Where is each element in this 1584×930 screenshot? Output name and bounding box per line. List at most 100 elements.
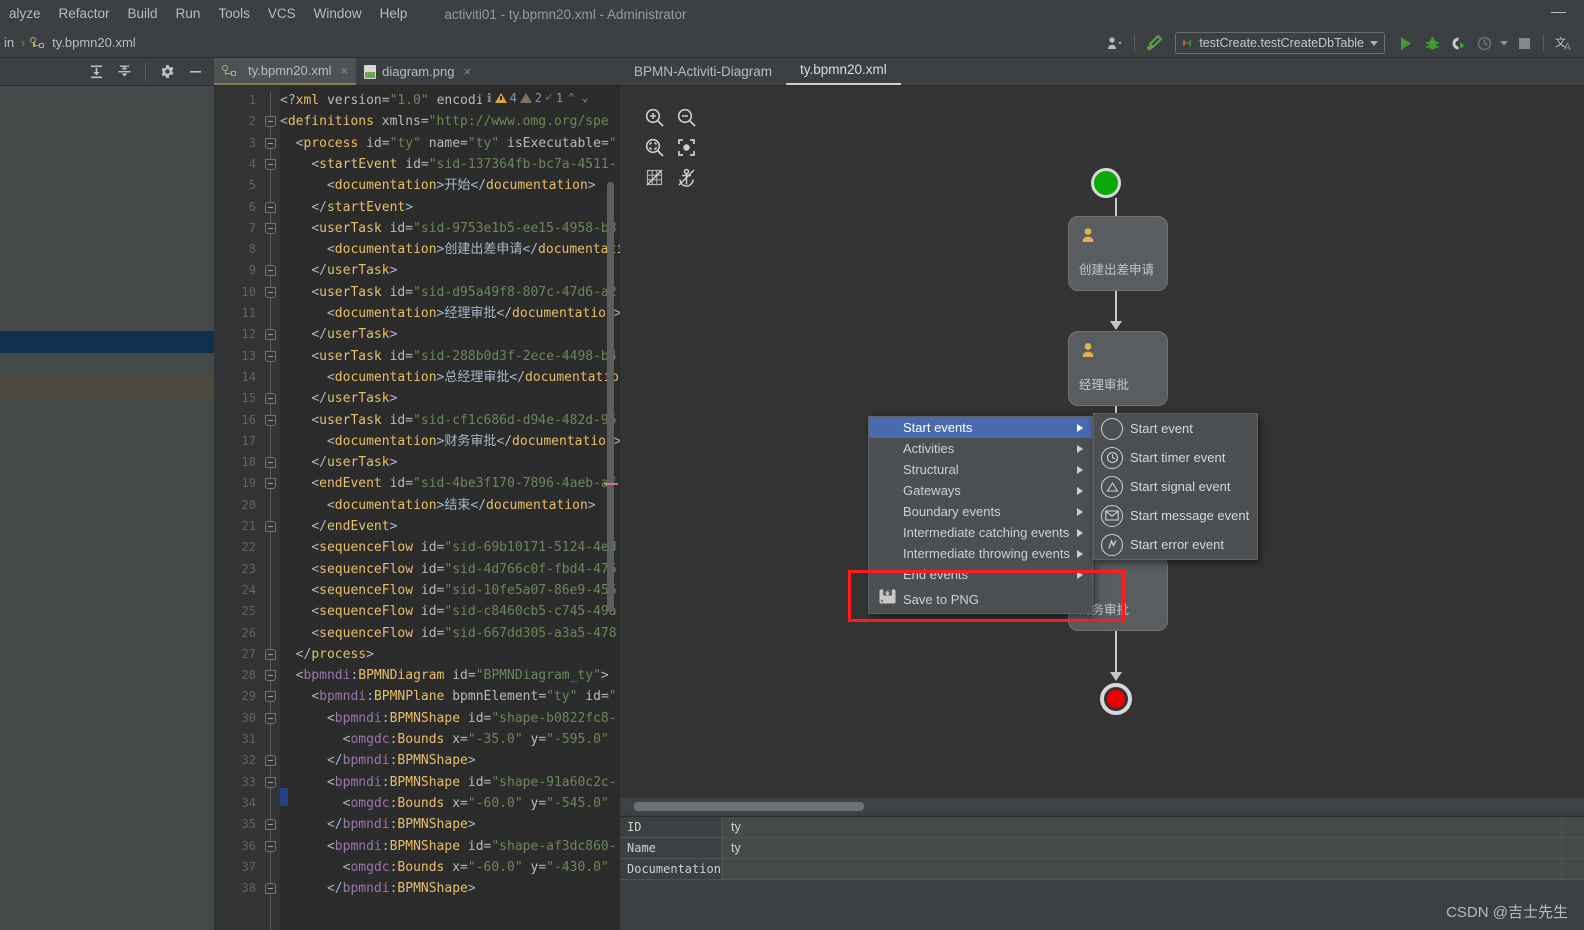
menu-help[interactable]: Help (371, 0, 417, 28)
code-line[interactable]: <bpmndi:BPMNShape id="shape-b0822fc8- (280, 708, 617, 729)
inspections-widget[interactable]: ℹ 4 2 ✓ 1 ⌃ ⌄ (482, 86, 620, 109)
code-line[interactable]: </userTask> (280, 324, 397, 345)
code-line[interactable]: <bpmndi:BPMNPlane bpmnElement="ty" id=" (280, 686, 616, 707)
code-fold-toggle[interactable] (265, 137, 276, 149)
submenu-item-start-event[interactable]: Start event (1094, 414, 1257, 443)
structure-row[interactable] (0, 376, 214, 398)
canvas-hscroll-thumb[interactable] (634, 802, 864, 811)
context-menu-item-intermediate-throwing-events[interactable]: Intermediate throwing events (869, 543, 1092, 564)
menu-vcs[interactable]: VCS (259, 0, 305, 28)
code-line[interactable]: <omgdc:Bounds x="-35.0" y="-595.0" (280, 729, 617, 750)
code-line[interactable]: </userTask> (280, 260, 397, 281)
code-line[interactable]: <documentation>总经理审批</documentatio (280, 367, 619, 388)
property-row[interactable]: Name ty (620, 838, 1584, 859)
context-menu-item-start-events[interactable]: Start events (869, 417, 1092, 438)
code-editor[interactable]: 1 2 3 4 5 6 7 8 9 10 11 12 13 14 15 16 17 18 19 20 21 22 23 24 2… (214, 86, 620, 930)
breadcrumb-segment-0[interactable]: in (2, 35, 16, 50)
bpmn-user-task-manager-approval[interactable]: 经理审批 (1068, 331, 1168, 406)
code-line[interactable]: <bpmndi:BPMNShape id="shape-af3dc860- (280, 836, 617, 857)
submenu-item-start-signal-event[interactable]: Start signal event (1094, 472, 1257, 501)
expand-all-icon[interactable] (83, 59, 109, 85)
actual-size-icon[interactable] (670, 132, 702, 162)
code-line[interactable]: <sequenceFlow id="sid-4d766c0f-fbd4-476 (280, 559, 616, 580)
next-problem-icon[interactable]: ⌄ (580, 91, 591, 104)
code-fold-toggle[interactable] (265, 521, 276, 532)
code-line[interactable]: <process id="ty" name="ty" isExecutable=… (280, 133, 617, 154)
code-line[interactable]: </process> (280, 644, 374, 665)
fold-column[interactable] (262, 86, 280, 930)
code-line[interactable]: <?xml version="1.0" encodi (280, 90, 484, 111)
fit-content-icon[interactable] (638, 132, 670, 162)
menu-build[interactable]: Build (119, 0, 167, 28)
code-fold-toggle[interactable] (265, 712, 276, 724)
editor-tab-ty-bpmn20-xml[interactable]: ty.bpmn20.xml × (214, 58, 357, 85)
code-line[interactable]: </bpmndi:BPMNShape> (280, 878, 476, 899)
context-menu-item-save-to-png[interactable]: Save to PNG (869, 585, 1092, 613)
editor-vertical-scrollbar[interactable] (607, 182, 614, 612)
code-fold-toggle[interactable] (265, 329, 276, 341)
code-line[interactable]: <userTask id="sid-cf1c686d-d94e-482d-95 (280, 410, 616, 431)
build-hammer-icon[interactable] (1141, 30, 1167, 56)
bpmn-end-event[interactable] (1100, 683, 1132, 715)
code-fold-toggle[interactable] (265, 158, 276, 170)
code-line[interactable]: <documentation>财务审批</documentation> (280, 431, 620, 452)
code-fold-toggle[interactable] (265, 755, 276, 767)
code-fold-toggle[interactable] (265, 201, 276, 213)
code-line[interactable]: <endEvent id="sid-4be3f170-7896-4aeb-af (280, 473, 616, 494)
context-menu-item-intermediate-catching-events[interactable]: Intermediate catching events (869, 522, 1092, 543)
user-settings-icon[interactable] (1102, 30, 1128, 56)
code-fold-toggle[interactable] (265, 414, 276, 426)
code-fold-toggle[interactable] (265, 776, 276, 788)
code-fold-toggle[interactable] (265, 457, 276, 469)
run-configuration-selector[interactable]: testCreate.testCreateDbTable (1175, 32, 1385, 54)
code-fold-toggle[interactable] (265, 883, 276, 895)
code-fold-toggle[interactable] (265, 691, 276, 703)
context-menu-item-structural[interactable]: Structural (869, 459, 1092, 480)
structure-row-selected[interactable] (0, 331, 214, 353)
code-fold-toggle[interactable] (265, 478, 276, 490)
code-line[interactable]: </bpmndi:BPMNShape> (280, 750, 476, 771)
menu-refactor[interactable]: Refactor (50, 0, 119, 28)
context-menu-item-boundary-events[interactable]: Boundary events (869, 501, 1092, 522)
debug-icon[interactable] (1419, 30, 1445, 56)
code-line[interactable]: </userTask> (280, 388, 397, 409)
start-events-submenu[interactable]: Start event Start timer event Start sign… (1093, 413, 1258, 560)
code-line[interactable]: <sequenceFlow id="sid-69b10171-5124-4ed (280, 537, 616, 558)
run-with-coverage-icon[interactable] (1445, 30, 1471, 56)
code-line[interactable]: <sequenceFlow id="sid-667dd305-a3a5-478 (280, 623, 616, 644)
tab-ty-bpmn20-xml[interactable]: ty.bpmn20.xml (786, 62, 901, 85)
code-line[interactable]: <documentation>创建出差申请</documentati (280, 239, 620, 260)
code-line[interactable]: <sequenceFlow id="sid-c8460cb5-c745-49a (280, 601, 616, 622)
code-line[interactable]: </startEvent> (280, 197, 413, 218)
context-menu-item-end-events[interactable]: End events (869, 564, 1092, 585)
code-fold-toggle[interactable] (265, 648, 276, 660)
code-line[interactable]: <userTask id="sid-9753e1b5-ee15-4958-b8 (280, 218, 616, 239)
tab-bpmn-activiti-diagram[interactable]: BPMN-Activiti-Diagram (620, 64, 786, 85)
property-row[interactable]: ID ty (620, 817, 1584, 838)
code-fold-toggle[interactable] (265, 670, 276, 682)
code-line[interactable]: <bpmndi:BPMNShape id="shape-91a60c2c- (280, 772, 617, 793)
menu-tools[interactable]: Tools (209, 0, 259, 28)
code-fold-toggle[interactable] (265, 840, 276, 852)
collapse-all-icon[interactable] (111, 59, 137, 85)
submenu-item-start-error-event[interactable]: Start error event (1094, 530, 1257, 559)
property-value[interactable]: ty (722, 838, 1562, 858)
code-fold-toggle[interactable] (265, 393, 276, 405)
toggle-grid-icon[interactable] (638, 162, 670, 192)
property-value[interactable]: ty (722, 817, 1562, 837)
code-line[interactable]: <documentation>结束</documentation> (280, 495, 596, 516)
code-line[interactable]: <bpmndi:BPMNDiagram id="BPMNDiagram_ty"> (280, 665, 609, 686)
code-line[interactable]: <omgdc:Bounds x="-60.0" y="-545.0" (280, 793, 617, 814)
submenu-item-start-message-event[interactable]: Start message event (1094, 501, 1257, 530)
code-line[interactable]: </endEvent> (280, 516, 397, 537)
submenu-item-start-timer-event[interactable]: Start timer event (1094, 443, 1257, 472)
code-text-area[interactable]: <?xml version="1.0" encodi <definitions x… (280, 86, 620, 930)
error-stripe-marker[interactable] (604, 483, 618, 485)
bpmn-user-task-create-travel-request[interactable]: 创建出差申请 (1068, 216, 1168, 291)
context-menu-item-activities[interactable]: Activities (869, 438, 1092, 459)
diagram-context-menu[interactable]: Start events Activities Structural Gateways… (868, 416, 1093, 614)
code-fold-toggle[interactable] (265, 265, 276, 277)
zoom-out-icon[interactable] (670, 102, 702, 132)
code-line[interactable]: <definitions xmlns="http://www.omg.org/s… (280, 111, 609, 132)
profile-dropdown-chevron-icon[interactable] (1497, 30, 1511, 56)
